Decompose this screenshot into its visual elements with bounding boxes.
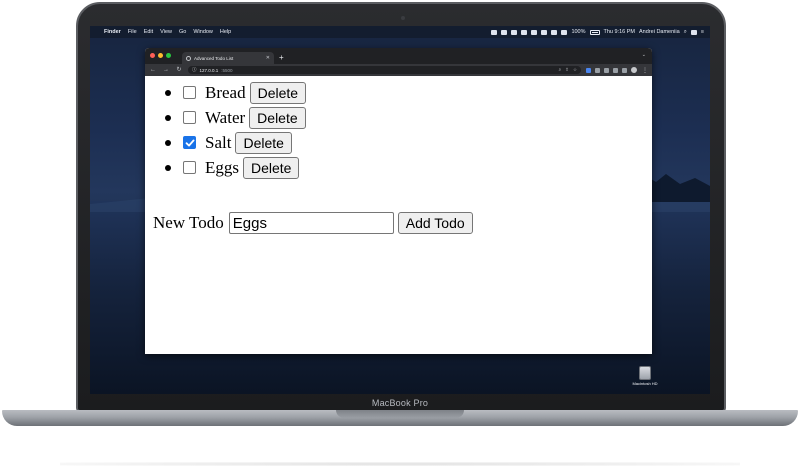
- extension-icon[interactable]: [595, 67, 600, 73]
- spotlight-search-icon[interactable]: ⌕: [684, 26, 687, 38]
- bookmark-star-icon[interactable]: ☆: [573, 67, 577, 73]
- list-bullet: [165, 140, 171, 146]
- list-bullet: [165, 165, 171, 171]
- display-icon[interactable]: [541, 29, 548, 35]
- menubar-clock[interactable]: Thu 9:16 PM: [604, 26, 636, 38]
- todo-list: Bread Delete Water Delete Salt Delete Eg…: [165, 80, 307, 180]
- todo-label: Water: [205, 107, 246, 127]
- macintosh-hd-desktop-icon[interactable]: Macintosh HD: [630, 366, 660, 386]
- add-todo-button[interactable]: Add Todo: [397, 212, 473, 234]
- macos-menubar: Finder File Edit View Go Window Help 100…: [90, 26, 710, 38]
- zoom-icon[interactable]: ⌕: [559, 67, 562, 73]
- laptop-lid-notch: [336, 410, 464, 418]
- todo-item-bread: Bread Delete: [165, 80, 307, 105]
- tab-search-chevron-icon[interactable]: ⌄: [642, 52, 646, 58]
- control-center-icon[interactable]: ≡: [701, 26, 704, 38]
- new-tab-button[interactable]: +: [279, 52, 284, 64]
- extension-icon[interactable]: [586, 67, 591, 73]
- puzzle-extensions-icon[interactable]: [604, 67, 609, 73]
- list-bullet: [165, 90, 171, 96]
- laptop-brand-label: MacBook Pro: [371, 398, 429, 408]
- menu-window[interactable]: Window: [193, 26, 213, 38]
- menu-edit[interactable]: Edit: [144, 26, 153, 38]
- menu-go[interactable]: Go: [179, 26, 186, 38]
- todo-label: Eggs: [205, 157, 239, 177]
- new-todo-label: New Todo: [153, 213, 224, 232]
- menubar-user[interactable]: Andrei Dameniia: [639, 26, 680, 38]
- battery-icon[interactable]: [589, 29, 600, 35]
- status-extension-icon[interactable]: [521, 29, 528, 35]
- todo-label: Bread: [205, 82, 246, 102]
- tab-title: Advanced Todo List: [194, 55, 234, 61]
- todo-checkbox-bread[interactable]: [183, 86, 196, 99]
- site-info-icon[interactable]: ⓘ: [192, 67, 197, 73]
- side-panel-icon[interactable]: [622, 67, 627, 73]
- url-host: 127.0.0.1: [199, 67, 219, 73]
- todo-item-salt: Salt Delete: [165, 130, 306, 155]
- hard-drive-icon: [639, 366, 651, 380]
- siri-icon[interactable]: [690, 29, 697, 35]
- globe-icon: [186, 55, 191, 61]
- share-icon[interactable]: ⇪: [565, 67, 569, 73]
- chrome-menu-icon[interactable]: ⋮: [642, 67, 648, 74]
- status-extension-icon[interactable]: [511, 29, 518, 35]
- status-extension-icon[interactable]: [491, 29, 498, 35]
- tab-strip: Advanced Todo List ✕ + ⌄: [145, 48, 652, 64]
- address-bar[interactable]: ⓘ 127.0.0.1:5500 ⌕ ⇪ ☆: [188, 66, 581, 74]
- todo-checkbox-water[interactable]: [183, 111, 196, 124]
- chrome-window: Advanced Todo List ✕ + ⌄ ← → ↻ ⓘ 127.0.0…: [145, 48, 652, 354]
- menu-help[interactable]: Help: [220, 26, 231, 38]
- menu-finder[interactable]: Finder: [104, 26, 121, 38]
- todo-item-water: Water Delete: [165, 105, 306, 130]
- menubar-status-area: 100% Thu 9:16 PM Andrei Dameniia ⌕ ≡: [491, 26, 704, 38]
- delete-button-bread[interactable]: Delete: [249, 81, 307, 104]
- profile-avatar-icon[interactable]: [631, 67, 637, 73]
- reload-icon[interactable]: ↻: [175, 64, 183, 76]
- wifi-icon[interactable]: [561, 29, 568, 35]
- todo-label: Salt: [205, 132, 232, 152]
- extensions-area: [586, 67, 637, 73]
- menu-view[interactable]: View: [160, 26, 172, 38]
- new-todo-form: New Todo Eggs Add Todo: [153, 212, 473, 234]
- drive-label: Macintosh HD: [632, 381, 658, 386]
- bluetooth-icon[interactable]: [551, 29, 558, 35]
- address-bar-actions: ⌕ ⇪ ☆: [559, 67, 577, 73]
- desktop-screen: Finder File Edit View Go Window Help 100…: [90, 26, 710, 394]
- page-content: Bread Delete Water Delete Salt Delete Eg…: [145, 76, 652, 354]
- menu-file[interactable]: File: [128, 26, 137, 38]
- close-tab-icon[interactable]: ✕: [266, 55, 270, 61]
- todo-checkbox-salt[interactable]: [183, 136, 196, 149]
- forward-arrow-icon[interactable]: →: [162, 64, 170, 76]
- laptop-shadow: [60, 462, 740, 466]
- reading-list-icon[interactable]: [613, 67, 618, 73]
- tab-advanced-todo-list[interactable]: Advanced Todo List ✕: [182, 52, 274, 64]
- minimize-window-button[interactable]: [158, 53, 163, 58]
- back-arrow-icon[interactable]: ←: [149, 64, 157, 76]
- delete-button-salt[interactable]: Delete: [235, 131, 292, 154]
- todo-checkbox-eggs[interactable]: [183, 161, 196, 174]
- browser-toolbar: ← → ↻ ⓘ 127.0.0.1:5500 ⌕ ⇪ ☆ ⋮: [145, 64, 652, 76]
- list-bullet: [165, 115, 171, 121]
- status-extension-icon[interactable]: [531, 29, 538, 35]
- delete-button-water[interactable]: Delete: [249, 106, 306, 129]
- fullscreen-window-button[interactable]: [166, 53, 171, 58]
- status-extension-icon[interactable]: [501, 29, 508, 35]
- close-window-button[interactable]: [150, 53, 155, 58]
- new-todo-input[interactable]: Eggs: [228, 212, 394, 234]
- window-controls: [150, 53, 171, 58]
- todo-item-eggs: Eggs Delete: [165, 155, 306, 180]
- camera-icon: [401, 16, 405, 20]
- checkmark-icon: [185, 139, 194, 146]
- battery-percentage: 100%: [571, 29, 586, 35]
- delete-button-eggs[interactable]: Delete: [243, 156, 300, 179]
- url-port: :5500: [221, 67, 233, 73]
